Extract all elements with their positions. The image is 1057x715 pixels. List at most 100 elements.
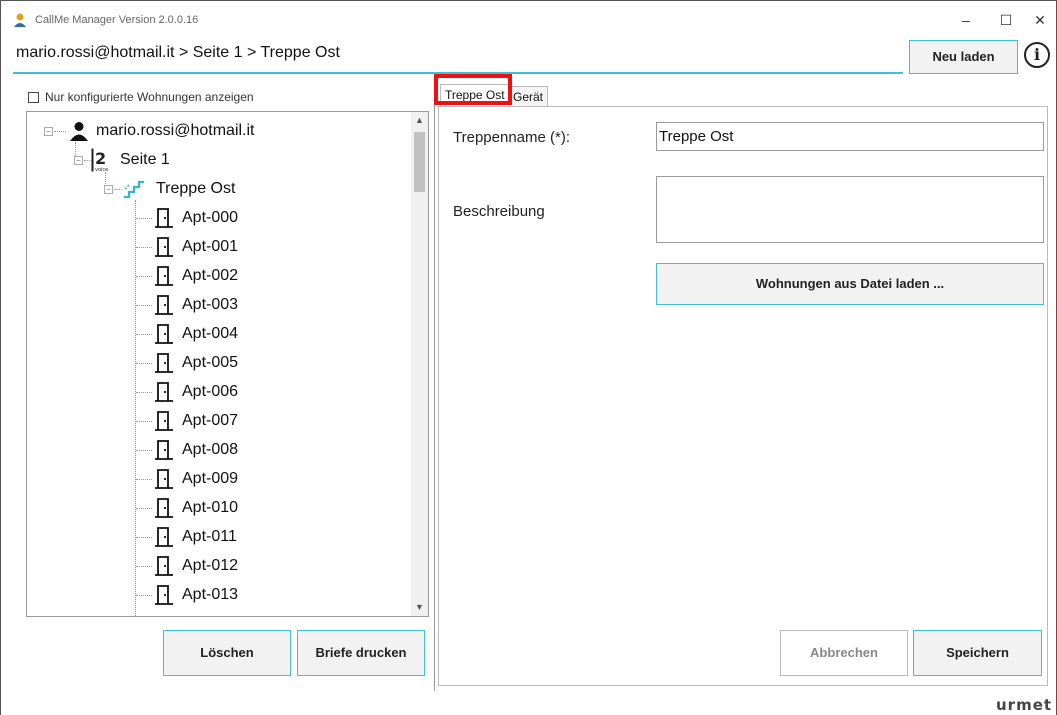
door-icon bbox=[155, 324, 173, 344]
door-icon bbox=[155, 266, 173, 286]
window-title: CallMe Manager Version 2.0.0.16 bbox=[35, 14, 199, 26]
tree-connector bbox=[136, 508, 152, 509]
scroll-down-arrow[interactable]: ▼ bbox=[411, 599, 428, 616]
save-button[interactable]: Speichern bbox=[913, 630, 1042, 676]
tree-scrollbar[interactable]: ▲ ▼ bbox=[411, 112, 428, 616]
delete-button[interactable]: Löschen bbox=[163, 630, 291, 676]
tree-label-account: mario.rossi@hotmail.it bbox=[96, 122, 255, 139]
door-icon bbox=[155, 411, 173, 431]
tree-node-apartment[interactable]: Apt-005 bbox=[153, 350, 238, 376]
scroll-up-arrow[interactable]: ▲ bbox=[411, 112, 428, 129]
tree-node-stairs[interactable]: Treppe Ost bbox=[122, 176, 235, 202]
door-icon bbox=[155, 556, 173, 576]
title-bar: CallMe Manager Version 2.0.0.16 – ☐ ✕ bbox=[1, 1, 1056, 35]
tree-label-apartment: Apt-013 bbox=[182, 586, 239, 603]
tree-label-apartment: Apt-012 bbox=[182, 557, 239, 574]
tab-highlight-box bbox=[434, 74, 512, 105]
door-icon bbox=[155, 498, 173, 518]
tree-node-apartment[interactable]: Apt-000 bbox=[153, 205, 238, 231]
tree-label-apartment: Apt-001 bbox=[182, 238, 239, 255]
tree-connector bbox=[136, 421, 152, 422]
tree-node-apartment[interactable]: Apt-010 bbox=[153, 495, 238, 521]
tree-label-stairs: Treppe Ost bbox=[156, 180, 236, 197]
tree-connector bbox=[136, 595, 152, 596]
tree-connector bbox=[114, 189, 122, 190]
tree-label-apartment: Apt-010 bbox=[182, 499, 239, 516]
two-voice-icon: 2 voice bbox=[91, 148, 108, 172]
tree-connector bbox=[136, 450, 152, 451]
tree-label-apartment: Apt-009 bbox=[182, 470, 239, 487]
door-icon bbox=[155, 353, 173, 373]
minimize-button[interactable]: – bbox=[951, 9, 981, 31]
tree-node-apartment[interactable]: Apt-008 bbox=[153, 437, 238, 463]
door-icon bbox=[155, 208, 173, 228]
collapse-account-toggle[interactable]: − bbox=[44, 127, 53, 136]
tree-connector bbox=[136, 392, 152, 393]
tree-node-page[interactable]: 2 voice Seite 1 bbox=[91, 147, 170, 173]
tree-label-apartment: Apt-004 bbox=[182, 325, 239, 342]
door-icon bbox=[155, 585, 173, 605]
tree-connector bbox=[136, 218, 152, 219]
svg-text:voice: voice bbox=[95, 167, 108, 172]
structure-tree[interactable]: − mario.rossi@hotmail.it − 2 voice Seite… bbox=[26, 111, 429, 617]
reload-button[interactable]: Neu laden bbox=[909, 40, 1018, 74]
tree-node-apartment[interactable]: Apt-012 bbox=[153, 553, 238, 579]
door-icon bbox=[155, 237, 173, 257]
print-letters-button[interactable]: Briefe drucken bbox=[297, 630, 425, 676]
tree-label-apartment: Apt-005 bbox=[182, 354, 239, 371]
tree-label-page: Seite 1 bbox=[120, 151, 170, 168]
tree-label-apartment: Apt-008 bbox=[182, 441, 239, 458]
stairs-icon bbox=[124, 180, 144, 199]
app-user-icon bbox=[14, 13, 26, 27]
tree-node-account[interactable]: mario.rossi@hotmail.it bbox=[69, 118, 255, 144]
load-apartments-button[interactable]: Wohnungen aus Datei laden ... bbox=[656, 263, 1044, 305]
stairs-name-label: Treppenname (*): bbox=[453, 129, 570, 146]
tree-connector bbox=[136, 537, 152, 538]
tree-connector bbox=[136, 363, 152, 364]
tree-connector bbox=[136, 334, 152, 335]
tree-connector bbox=[136, 566, 152, 567]
tree-node-apartment[interactable]: Apt-002 bbox=[153, 263, 238, 289]
tree-connector bbox=[136, 276, 152, 277]
close-button[interactable]: ✕ bbox=[1025, 9, 1055, 31]
tree-node-apartment[interactable]: Apt-009 bbox=[153, 466, 238, 492]
tree-node-apartment[interactable]: Apt-003 bbox=[153, 292, 238, 318]
tree-node-apartment[interactable]: Apt-004 bbox=[153, 321, 238, 347]
door-icon bbox=[155, 382, 173, 402]
tree-label-apartment: Apt-011 bbox=[182, 528, 237, 545]
tab-device[interactable]: Gerät bbox=[508, 86, 549, 106]
cancel-button[interactable]: Abbrechen bbox=[780, 630, 908, 676]
description-field[interactable] bbox=[656, 176, 1044, 243]
filter-configured-row[interactable]: Nur konfigurierte Wohnungen anzeigen bbox=[28, 90, 254, 104]
stairs-name-field[interactable]: Treppe Ost bbox=[656, 122, 1044, 151]
collapse-page-toggle[interactable]: − bbox=[74, 156, 83, 165]
door-icon bbox=[155, 469, 173, 489]
urmet-logo: urmet bbox=[996, 696, 1053, 714]
door-icon bbox=[155, 295, 173, 315]
tree-node-apartment[interactable]: Apt-001 bbox=[153, 234, 238, 260]
info-icon[interactable]: i bbox=[1024, 42, 1050, 68]
collapse-stairs-toggle[interactable]: − bbox=[104, 185, 113, 194]
scroll-thumb[interactable] bbox=[414, 132, 425, 192]
tree-node-apartment[interactable]: Apt-007 bbox=[153, 408, 238, 434]
maximize-button[interactable]: ☐ bbox=[991, 9, 1021, 31]
tree-connector bbox=[136, 479, 152, 480]
tree-connector bbox=[135, 200, 136, 616]
app-window: CallMe Manager Version 2.0.0.16 – ☐ ✕ ma… bbox=[0, 0, 1057, 715]
tree-label-apartment: Apt-002 bbox=[182, 267, 239, 284]
breadcrumb: mario.rossi@hotmail.it > Seite 1 > Trepp… bbox=[16, 44, 340, 61]
tree-label-apartment: Apt-007 bbox=[182, 412, 239, 429]
filter-checkbox[interactable] bbox=[28, 91, 39, 103]
tree-label-apartment: Apt-006 bbox=[182, 383, 239, 400]
tree-label-apartment: Apt-003 bbox=[182, 296, 239, 313]
svg-text:2: 2 bbox=[95, 149, 106, 168]
tree-node-apartment[interactable]: Apt-013 bbox=[153, 582, 238, 608]
tree-connector bbox=[54, 131, 66, 132]
tree-connector bbox=[136, 305, 152, 306]
door-icon bbox=[155, 440, 173, 460]
door-icon bbox=[155, 527, 173, 547]
tree-node-apartment[interactable]: Apt-006 bbox=[153, 379, 238, 405]
tree-node-apartment[interactable]: Apt-011 bbox=[153, 524, 237, 550]
panel-divider bbox=[434, 81, 435, 691]
filter-label: Nur konfigurierte Wohnungen anzeigen bbox=[45, 90, 254, 104]
